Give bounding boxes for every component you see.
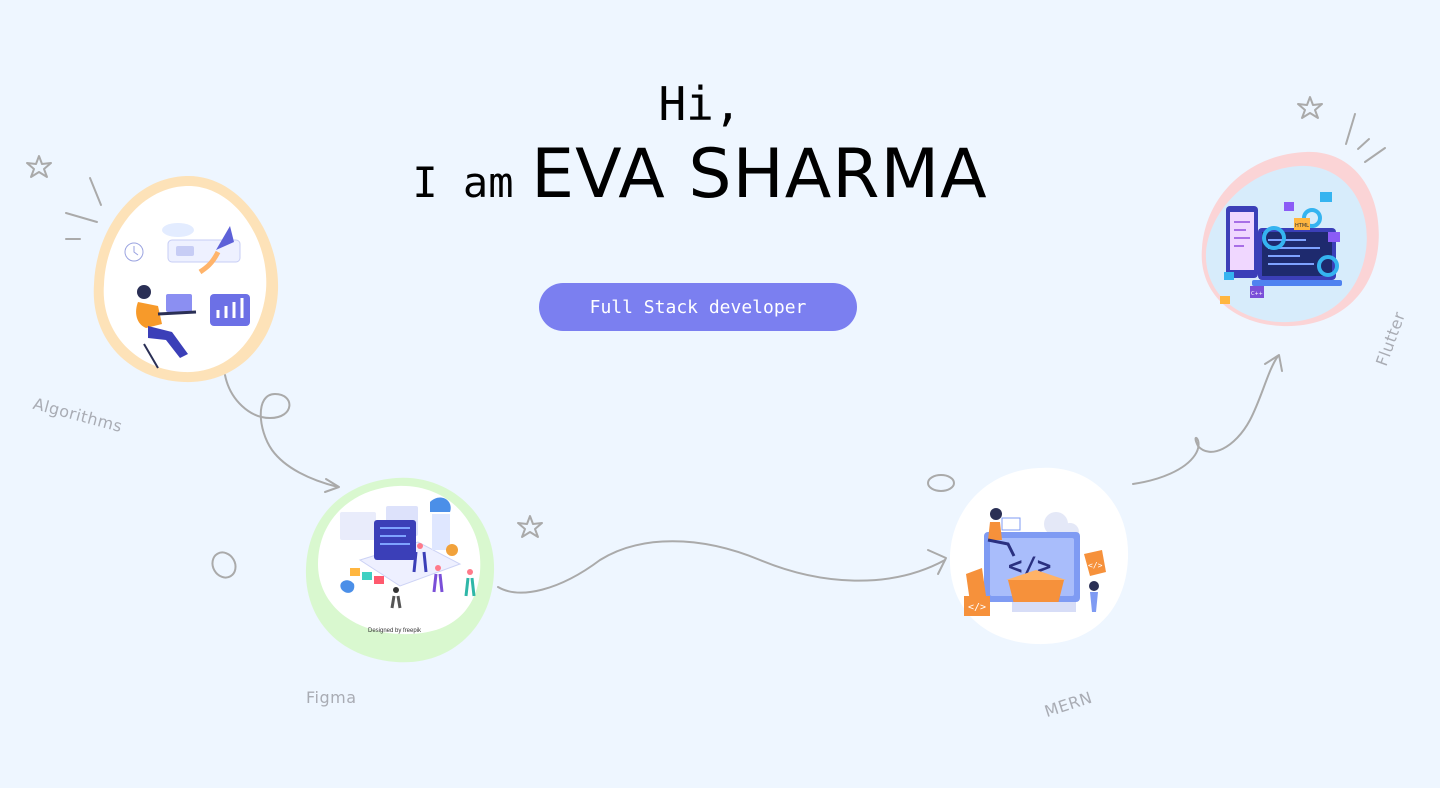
skill-card-figma[interactable]: Designed by freepik [300,472,500,668]
skill-card-mern[interactable]: </> </> </> [944,462,1134,652]
connector-path [497,540,946,594]
connector-path [1132,355,1279,485]
intro-text: I am [412,158,514,207]
greeting-text: Hi, [658,77,742,131]
skill-label-figma: Figma [306,688,357,707]
star-icon [517,515,543,538]
oval-doodle [211,551,237,579]
skill-card-flutter[interactable]: HTML C++ [1196,148,1386,332]
skill-card-algorithms[interactable] [88,172,284,388]
full-stack-developer-button[interactable]: Full Stack developer [539,283,857,331]
svg-text:HTML: HTML [1295,223,1309,229]
svg-text:</>: </> [1088,561,1103,570]
freepik-credit: Designed by freepik [368,628,422,634]
svg-text:</>: </> [968,602,986,613]
svg-text:C++: C++ [1251,291,1263,297]
connector-path [224,374,339,488]
developer-name: EVA SHARMA [531,135,988,214]
